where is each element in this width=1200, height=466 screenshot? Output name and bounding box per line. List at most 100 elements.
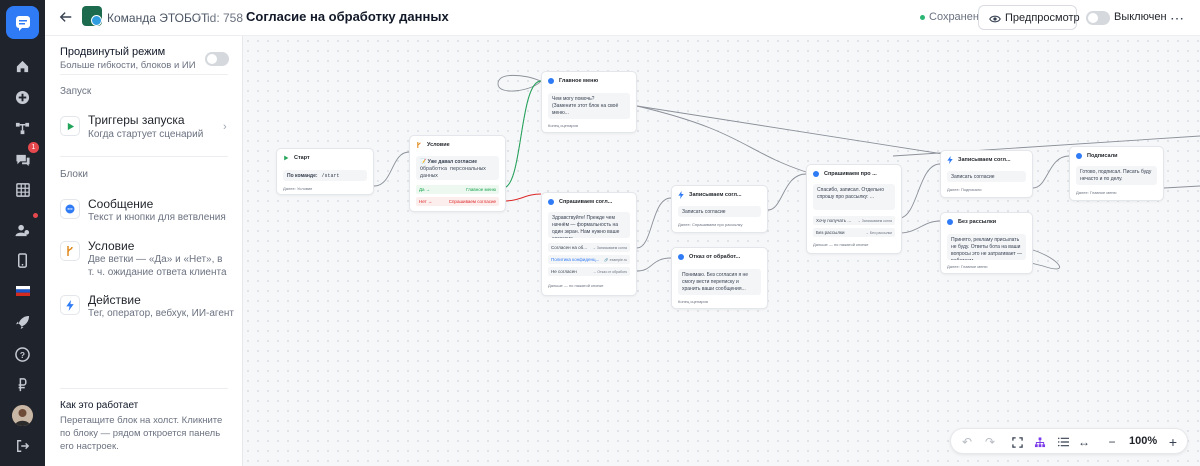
button-row[interactable]: Согласен на об... → Записываем согла <box>548 243 630 252</box>
page-title[interactable]: Согласие на обработку данных <box>246 9 449 24</box>
node-refuse[interactable]: Отказ от обработ... Понимаю. Без согласи… <box>671 247 768 309</box>
block-action[interactable]: Действие Тег, оператор, вебхук, ИИ-агент <box>53 288 235 324</box>
eye-icon <box>989 12 1001 30</box>
node-body: 📝 Уже давал согласие Обработка персональн… <box>416 156 499 180</box>
message-icon <box>678 254 684 260</box>
phone-icon[interactable] <box>0 246 45 274</box>
node-write-consent[interactable]: Записываем согл... Записать согласие Дал… <box>671 185 768 233</box>
node-ask-mailing[interactable]: Спрашиваем про ... Спасибо, записал. Отд… <box>806 164 902 254</box>
node-main-menu[interactable]: Главное меню Чем могу помочь? (Замените э… <box>541 71 637 133</box>
play-icon <box>60 116 80 136</box>
rocket-icon[interactable] <box>0 308 45 336</box>
node-subscribed[interactable]: Подписали Готово, подписал. Писать буду … <box>1069 146 1164 201</box>
node-title: Спрашиваем про ... <box>824 171 877 177</box>
zoom-in-icon[interactable]: + <box>1165 434 1181 450</box>
node-title: Условие <box>427 142 450 148</box>
notification-badge: 1 <box>28 142 39 153</box>
node-footer: Далее: Условие <box>283 186 313 191</box>
top-bar: Команда ЭТОБОТ / id: 758 Согласие на обр… <box>45 0 1200 36</box>
block-sub: Тег, оператор, вебхук, ИИ-агент <box>88 308 235 319</box>
block-title: Условие <box>88 239 135 253</box>
node-title: Старт <box>294 155 310 161</box>
advanced-mode-sub: Больше гибкости, блоков и ИИ <box>60 60 196 71</box>
flow-canvas[interactable]: Старт По команде:/start Далее: Условие У… <box>243 36 1200 466</box>
grid-icon[interactable] <box>0 176 45 204</box>
saved-status: Сохранено <box>929 11 986 23</box>
divider <box>60 388 228 389</box>
users-icon[interactable] <box>0 216 45 244</box>
back-arrow-icon[interactable] <box>59 10 73 29</box>
node-footer: Дальше — по нажатой кнопке <box>548 283 604 288</box>
node-footer: Далее: Главное меню <box>947 264 988 269</box>
button-row[interactable]: Не согласен → Отказ от обработк <box>548 267 630 276</box>
how-it-works-text: Перетащите блок на холст. Кликните по бл… <box>60 415 223 452</box>
flow-icon[interactable] <box>0 114 45 142</box>
redo-icon[interactable]: ↷ <box>982 434 998 450</box>
button-row[interactable]: Без рассылки → Без рассылки <box>813 228 895 237</box>
branch-no[interactable]: Нет → Спрашиваем согласие <box>416 197 499 206</box>
message-icon <box>548 78 554 84</box>
avatar[interactable] <box>12 405 33 426</box>
auto-layout-icon[interactable] <box>1032 434 1048 450</box>
home-icon[interactable] <box>0 52 45 80</box>
list-icon[interactable] <box>1055 434 1071 450</box>
fit-screen-icon[interactable] <box>1009 434 1025 450</box>
ruble-icon[interactable] <box>0 371 45 399</box>
advanced-mode-title: Продвинутый режим <box>60 46 166 58</box>
node-footer: Далее: Подписали <box>947 187 982 192</box>
publish-toggle[interactable] <box>1086 11 1110 25</box>
plus-circle-icon[interactable] <box>0 83 45 111</box>
preview-label: Предпросмотр <box>1005 12 1080 24</box>
app-logo[interactable] <box>6 6 39 39</box>
node-start[interactable]: Старт По команде:/start Далее: Условие <box>276 148 374 195</box>
node-title: Спрашиваем согл... <box>559 199 613 205</box>
node-command: По команде:/start <box>283 170 367 181</box>
node-footer: Дальше — по нажатой кнопке <box>813 242 869 247</box>
block-sub: Две ветки — «Да» и «Нет», в т. ч. ожидан… <box>88 254 227 278</box>
block-condition[interactable]: Условие Две ветки — «Да» и «Нет», в т. ч… <box>53 234 235 278</box>
node-body: Готово, подписал. Писать буду нечасто и … <box>1076 166 1157 185</box>
node-write-consent-2[interactable]: Записываем согл... Записать согласие Дал… <box>940 150 1033 198</box>
how-it-works-title: Как это работает <box>60 400 139 411</box>
node-title: Отказ от обработ... <box>689 254 741 260</box>
button-row[interactable]: Хочу получать ... → Записываем согла <box>813 216 895 225</box>
node-title: Главное меню <box>559 78 599 84</box>
divider <box>60 74 228 75</box>
zoom-level: 100% <box>1129 435 1158 447</box>
lightning-icon <box>60 295 80 315</box>
triggers-item[interactable]: Триггеры запуска Когда стартует сценарий… <box>53 108 235 148</box>
node-body: Записать согласие <box>947 171 1026 182</box>
block-message[interactable]: Сообщение Текст и кнопки для ветвления <box>53 192 235 228</box>
branch-yes[interactable]: Да → Главное меню <box>416 185 499 194</box>
advanced-mode-toggle[interactable] <box>205 52 229 66</box>
launch-section-title: Запуск <box>60 86 92 97</box>
triggers-sub: Когда стартует сценарий <box>88 129 204 140</box>
undo-icon[interactable]: ↶ <box>959 434 975 450</box>
node-title: Записываем согл... <box>958 157 1011 163</box>
node-footer: Конец сценария <box>548 123 578 128</box>
workspace-logo <box>82 6 102 26</box>
play-icon <box>284 155 289 161</box>
saved-dot <box>920 15 925 20</box>
node-title: Записываем согл... <box>689 192 742 198</box>
node-no-mailing[interactable]: Без рассылки Принято, рекламу присылать … <box>940 212 1033 274</box>
zoom-out-icon[interactable]: − <box>1104 434 1120 450</box>
node-footer: Далее: Главное меню <box>1076 190 1117 195</box>
node-condition[interactable]: Условие 📝 Уже давал согласие Обработка пе… <box>409 135 506 212</box>
workspace-name[interactable]: Команда ЭТОБОТ <box>107 11 208 25</box>
node-footer: Конец сценария <box>678 299 708 304</box>
preview-button[interactable]: Предпросмотр <box>978 5 1080 30</box>
help-icon[interactable]: ? <box>0 340 45 368</box>
button-row[interactable]: Политика конфиденц... 🔗 example.ru <box>548 255 630 264</box>
expand-horizontal-icon[interactable]: ↔ <box>1076 434 1092 450</box>
users-alert-dot <box>33 213 38 218</box>
lightning-icon <box>678 191 684 199</box>
node-ask-consent[interactable]: Спрашиваем согл... Здравствуйте! Прежде … <box>541 192 637 296</box>
node-body: Понимаю. Без согласия я не смогу вести п… <box>678 269 761 295</box>
node-title: Без рассылки <box>958 219 997 225</box>
node-body: Записать согласие <box>678 206 761 217</box>
node-body: Здравствуйте! Прежде чем начнём — формал… <box>548 212 630 238</box>
flag-ru-icon[interactable] <box>0 277 45 305</box>
logout-icon[interactable] <box>0 432 45 460</box>
more-menu-icon[interactable]: ⋯ <box>1170 10 1185 27</box>
